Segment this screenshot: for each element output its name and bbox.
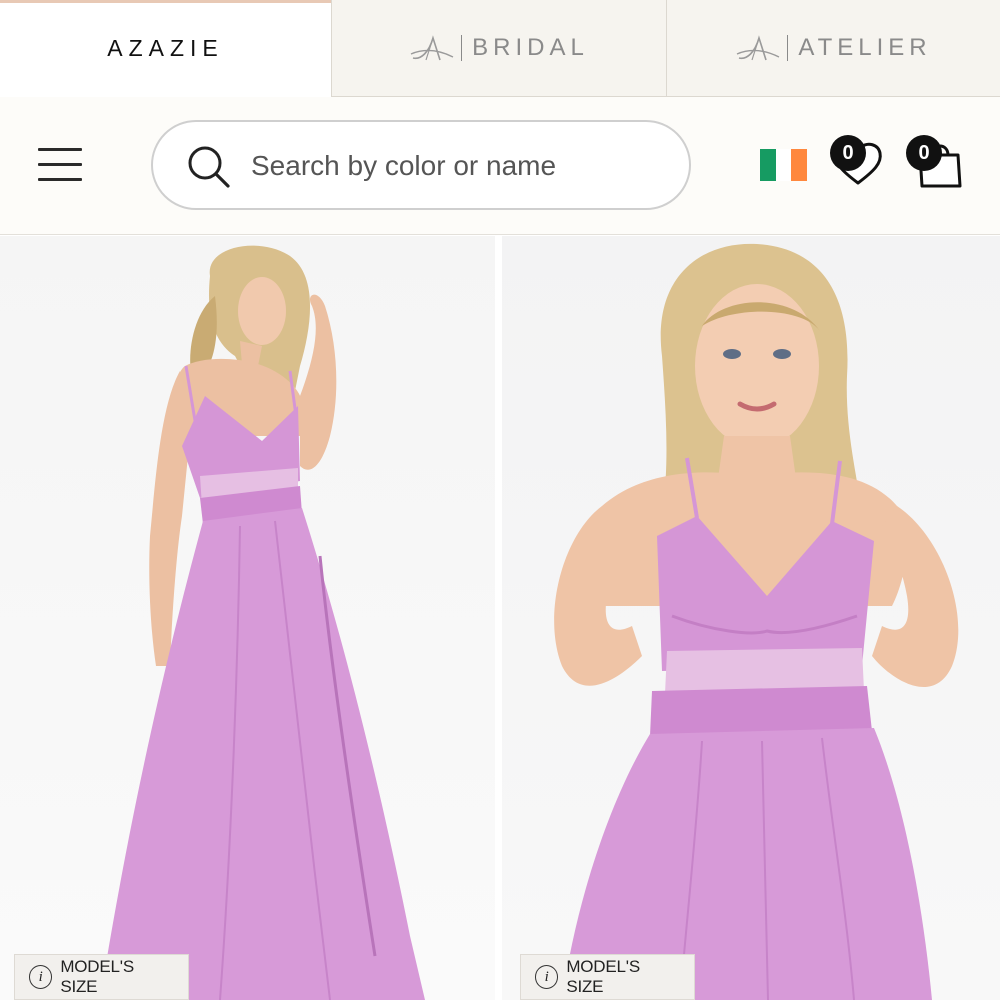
product-gallery: i MODEL'S SIZE i MODEL'S SIZE (0, 236, 1000, 1000)
wishlist-count-badge: 0 (830, 135, 866, 171)
cart-count-badge: 0 (906, 135, 942, 171)
header-bar: 0 0 (0, 97, 1000, 235)
hamburger-menu-icon[interactable] (30, 143, 86, 187)
search-icon[interactable] (186, 144, 232, 190)
search-input[interactable] (251, 142, 671, 190)
tab-atelier[interactable]: ATELIER (666, 0, 1000, 97)
flag-ireland-icon[interactable] (760, 149, 808, 181)
product-image-full-length[interactable]: i MODEL'S SIZE (0, 236, 495, 1000)
models-size-label: MODEL'S SIZE (566, 957, 640, 996)
cart-button[interactable]: 0 (904, 133, 966, 193)
models-size-button[interactable]: i MODEL'S SIZE (520, 954, 695, 1000)
azazie-a-logo-icon (410, 35, 454, 61)
product-image-close-up[interactable]: i MODEL'S SIZE (502, 236, 1000, 1000)
search-bar[interactable] (151, 120, 691, 210)
model-photo-close-up (554, 243, 959, 1000)
tab-bridal[interactable]: BRIDAL (331, 0, 666, 97)
models-size-button[interactable]: i MODEL'S SIZE (14, 954, 189, 1000)
model-photo-full-length (100, 245, 425, 1000)
brand-divider (787, 35, 789, 61)
brand-divider (461, 35, 463, 61)
brand-tabs: AZAZIE BRIDAL ATELIER (0, 0, 1000, 97)
tab-atelier-label: ATELIER (798, 34, 932, 61)
wishlist-button[interactable]: 0 (828, 133, 888, 189)
tab-azazie-label: AZAZIE (107, 35, 224, 61)
tab-bridal-label: BRIDAL (472, 34, 589, 61)
models-size-label: MODEL'S SIZE (60, 957, 134, 996)
info-icon: i (29, 965, 53, 989)
info-icon: i (535, 965, 559, 989)
azazie-a-logo-icon (737, 35, 780, 61)
tab-azazie[interactable]: AZAZIE (0, 0, 331, 97)
